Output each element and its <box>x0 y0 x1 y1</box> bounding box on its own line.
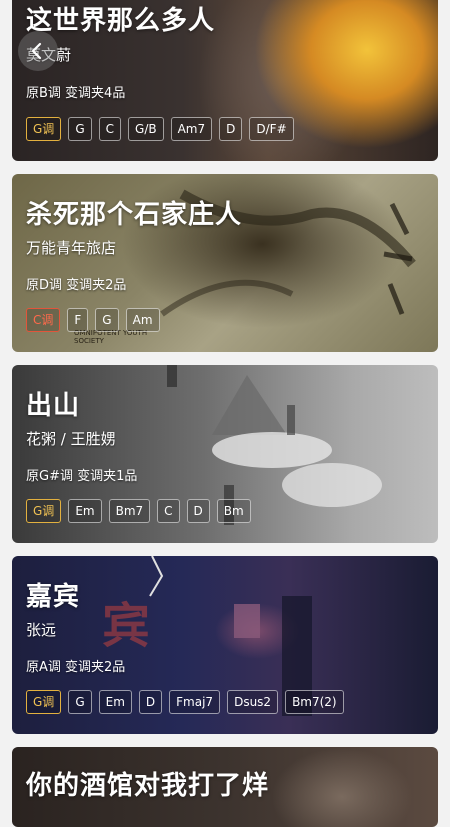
chord-chip[interactable]: Am <box>125 308 160 332</box>
song-key-info: 原A调 变调夹2品 <box>26 660 126 675</box>
song-key-info: 原D调 变调夹2品 <box>26 278 127 293</box>
song-title: 出山 <box>26 391 81 421</box>
chord-chip[interactable]: Em <box>68 499 102 523</box>
chord-chip[interactable]: C <box>98 117 122 141</box>
chord-chip[interactable]: Em <box>98 690 132 714</box>
chord-chip[interactable]: G <box>68 117 92 141</box>
song-key-info: 原B调 变调夹4品 <box>26 86 126 101</box>
song-card[interactable]: 这世界那么多人 莫文蔚 原B调 变调夹4品 G调 G C G/B Am7 D D… <box>12 0 438 161</box>
song-title: 这世界那么多人 <box>26 6 216 36</box>
chord-chip-key[interactable]: G调 <box>26 499 62 523</box>
chord-list: G调 Em Bm7 C D Bm <box>26 499 251 523</box>
chord-chip[interactable]: Bm7(2) <box>285 690 344 714</box>
back-button[interactable] <box>18 31 58 71</box>
chord-chip[interactable]: Am7 <box>170 117 213 141</box>
chord-chip-key[interactable]: C调 <box>26 308 61 332</box>
chord-list: G调 G C G/B Am7 D D/F# <box>26 117 294 141</box>
chord-chip[interactable]: D <box>186 499 210 523</box>
song-card[interactable]: 宾 嘉宾 张远 原A调 变调夹2品 G调 G Em D Fmaj7 Dsus2 … <box>12 556 438 734</box>
chord-chip[interactable]: G <box>95 308 119 332</box>
chord-chip[interactable]: F <box>67 308 89 332</box>
song-title: 你的酒馆对我打了烊 <box>26 771 270 801</box>
chord-chip[interactable]: D/F# <box>249 117 294 141</box>
song-card[interactable]: 你的酒馆对我打了烊 <box>12 747 438 827</box>
chord-chip[interactable]: D <box>219 117 243 141</box>
song-card[interactable]: OMNIPOTENT YOUTH SOCIETY 杀死那个石家庄人 万能青年旅店… <box>12 174 438 352</box>
chord-chip-key[interactable]: G调 <box>26 117 62 141</box>
song-key-info: 原G#调 变调夹1品 <box>26 469 138 484</box>
chevron-left-icon <box>31 42 42 60</box>
song-artist: 万能青年旅店 <box>26 239 117 257</box>
chord-list: C调 F G Am <box>26 308 160 332</box>
chord-chip[interactable]: C <box>157 499 180 523</box>
song-title: 嘉宾 <box>26 582 81 612</box>
chord-chip[interactable]: Fmaj7 <box>169 690 221 714</box>
chord-chip[interactable]: Bm7 <box>108 499 151 523</box>
chord-chip[interactable]: G/B <box>128 117 164 141</box>
chord-chip[interactable]: D <box>138 690 163 714</box>
chord-chip-key[interactable]: G调 <box>26 690 62 714</box>
chord-chip[interactable]: G <box>68 690 92 714</box>
song-title: 杀死那个石家庄人 <box>26 200 243 230</box>
song-artist: 花粥 / 王胜娚 <box>26 430 116 448</box>
song-artist: 张远 <box>26 621 57 639</box>
chord-chip[interactable]: Bm <box>216 499 251 523</box>
chord-chip[interactable]: Dsus2 <box>227 690 279 714</box>
song-card[interactable]: 出山 花粥 / 王胜娚 原G#调 变调夹1品 G调 Em Bm7 C D Bm <box>12 365 438 543</box>
chord-list: G调 G Em D Fmaj7 Dsus2 Bm7(2) <box>26 690 344 714</box>
